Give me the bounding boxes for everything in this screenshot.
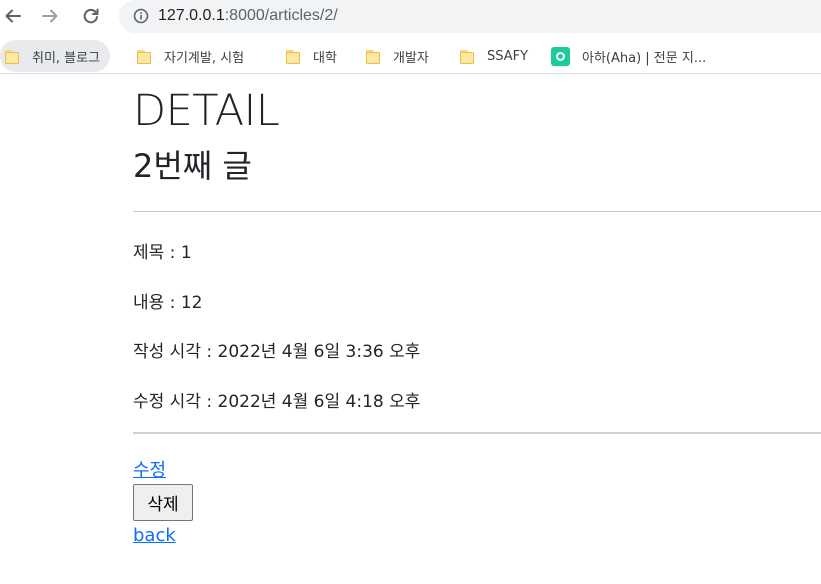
bookmark-label: 취미, 블로그 bbox=[32, 50, 101, 66]
folder-icon bbox=[136, 49, 152, 64]
article-heading: 2번째 글 bbox=[133, 147, 252, 185]
back-link[interactable]: back bbox=[133, 525, 176, 546]
url-host: 127.0.0.1 bbox=[158, 7, 225, 24]
bookmark-folder-university[interactable]: 대학 bbox=[281, 40, 347, 72]
bookmark-folder-ssafy[interactable]: SSAFY bbox=[455, 40, 538, 72]
bookmark-aha[interactable]: 아하(Aha) | 전문 지... bbox=[547, 40, 716, 72]
article-content-field: 내용 : 12 bbox=[133, 293, 203, 313]
bookmark-label: 대학 bbox=[313, 50, 337, 66]
folder-icon bbox=[285, 49, 301, 64]
divider-bottom bbox=[133, 432, 821, 434]
forward-arrow-icon[interactable] bbox=[37, 4, 63, 28]
bookmark-label: 아하(Aha) | 전문 지... bbox=[582, 50, 707, 66]
site-info-icon[interactable] bbox=[133, 8, 149, 28]
folder-icon bbox=[4, 49, 20, 64]
created-at-field: 작성 시각 : 2022년 4월 6일 3:36 오후 bbox=[133, 342, 421, 362]
divider-top bbox=[133, 211, 821, 212]
bookmark-label: 개발자 bbox=[393, 50, 429, 66]
folder-icon bbox=[459, 49, 475, 64]
address-bar[interactable]: 127.0.0.1:8000/articles/2/ bbox=[119, 0, 821, 33]
url-path: :8000/articles/2/ bbox=[224, 7, 338, 24]
bookmark-label: 자기계발, 시험 bbox=[164, 50, 245, 66]
edit-link[interactable]: 수정 bbox=[133, 456, 166, 482]
bookmark-folder-developer[interactable]: 개발자 bbox=[361, 40, 439, 72]
back-arrow-icon[interactable] bbox=[0, 4, 26, 28]
reload-icon[interactable] bbox=[78, 4, 104, 28]
updated-at-field: 수정 시각 : 2022년 4월 6일 4:18 오후 bbox=[133, 392, 421, 412]
page-title: DETAIL bbox=[133, 86, 280, 136]
aha-site-icon bbox=[551, 46, 570, 66]
article-title-field: 제목 : 1 bbox=[133, 243, 192, 263]
folder-icon bbox=[365, 49, 381, 64]
url-text: 127.0.0.1:8000/articles/2/ bbox=[158, 7, 338, 25]
bookmarks-bar: 취미, 블로그 자기계발, 시험 대학 개발자 SSAFY 아하(Aha) | … bbox=[0, 38, 821, 74]
delete-button[interactable]: 삭제 bbox=[133, 484, 193, 521]
bookmark-label: SSAFY bbox=[487, 48, 529, 64]
browser-toolbar: 127.0.0.1:8000/articles/2/ bbox=[0, 0, 821, 36]
bookmark-folder-self-dev[interactable]: 자기계발, 시험 bbox=[132, 40, 254, 72]
bookmark-folder-hobby-blog[interactable]: 취미, 블로그 bbox=[0, 40, 111, 72]
